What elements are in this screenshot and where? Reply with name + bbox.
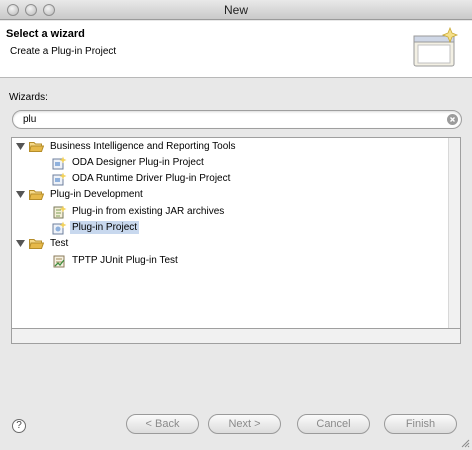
tree-item-label: ODA Runtime Driver Plug-in Project xyxy=(72,173,231,184)
tree-item-label: Plug-in Project xyxy=(70,221,140,234)
finish-button[interactable]: Finish xyxy=(384,414,457,434)
plugin-project-icon xyxy=(52,172,67,185)
filter-input[interactable] xyxy=(23,113,433,126)
folder-open-icon xyxy=(29,190,44,200)
help-button[interactable]: ? xyxy=(12,419,26,433)
tree-item-tptp-junit[interactable]: TPTP JUnit Plug-in Test xyxy=(52,253,180,268)
wizard-tree[interactable]: Business Intelligence and Reporting Tool… xyxy=(11,137,461,329)
tree-item-plugin-from-jar[interactable]: Plug-in from existing JAR archives xyxy=(52,204,226,219)
plugin-project-icon xyxy=(52,156,67,169)
tree-category-label: Business Intelligence and Reporting Tool… xyxy=(50,141,236,152)
disclosure-triangle-icon[interactable] xyxy=(16,142,25,151)
folder-open-icon xyxy=(29,239,44,249)
tree-item-label: TPTP JUnit Plug-in Test xyxy=(72,255,178,266)
back-button[interactable]: < Back xyxy=(126,414,199,434)
tree-item-label: Plug-in from existing JAR archives xyxy=(72,206,225,217)
junit-test-icon xyxy=(53,255,65,267)
wizard-header: Select a wizard Create a Plug-in Project xyxy=(0,21,472,78)
tree-category-label: Plug-in Development xyxy=(50,189,143,200)
folder-open-icon xyxy=(29,142,44,152)
title-bar: New xyxy=(0,0,472,20)
tree-item-plugin-project[interactable]: Plug-in Project xyxy=(52,220,140,235)
page-title: Select a wizard xyxy=(6,28,85,40)
tree-item-label: ODA Designer Plug-in Project xyxy=(72,157,204,168)
tree-category-label: Test xyxy=(50,238,69,249)
window-title: New xyxy=(223,3,248,17)
cancel-button[interactable]: Cancel xyxy=(297,414,370,434)
page-description: Create a Plug-in Project xyxy=(10,46,117,57)
disclosure-triangle-icon[interactable] xyxy=(16,190,25,199)
tree-category-birt[interactable]: Business Intelligence and Reporting Tool… xyxy=(16,139,238,154)
clear-filter-icon[interactable] xyxy=(447,114,458,125)
plugin-project-icon xyxy=(52,221,67,234)
wizard-banner-icon xyxy=(413,26,459,67)
wizard-filter-field[interactable] xyxy=(12,110,462,129)
disclosure-triangle-icon[interactable] xyxy=(16,239,25,248)
next-button[interactable]: Next > xyxy=(208,414,281,434)
wizards-label: Wizards: xyxy=(9,92,48,103)
tree-item-oda-runtime[interactable]: ODA Runtime Driver Plug-in Project xyxy=(52,171,232,186)
tree-category-plugin-development[interactable]: Plug-in Development xyxy=(16,187,145,202)
jar-plugin-icon xyxy=(53,205,67,218)
tree-horizontal-scrollbar[interactable] xyxy=(11,329,461,344)
resize-grip-icon[interactable] xyxy=(458,436,470,448)
tree-item-oda-designer[interactable]: ODA Designer Plug-in Project xyxy=(52,155,206,170)
tree-vertical-scrollbar[interactable] xyxy=(448,138,460,328)
tree-category-test[interactable]: Test xyxy=(16,236,70,251)
